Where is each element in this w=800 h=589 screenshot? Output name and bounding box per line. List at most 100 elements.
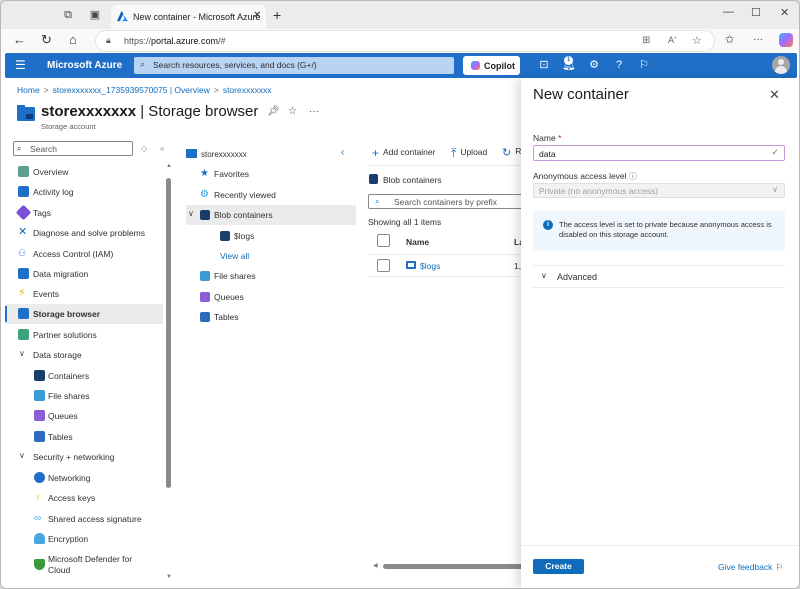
- info-icon[interactable]: ⓘ: [629, 172, 637, 181]
- nav-item-file-shares[interactable]: File shares: [5, 386, 163, 406]
- copilot-icon[interactable]: [779, 33, 793, 47]
- nav-label: Data migration: [33, 269, 89, 279]
- tree-item-blob-containers[interactable]: ∨ Blob containers: [186, 205, 356, 225]
- nav-label: Shared access signature: [48, 514, 142, 524]
- chevron-down-icon: ∨: [188, 209, 194, 218]
- pin-icon[interactable]: 📌︎: [267, 106, 280, 117]
- star-icon[interactable]: ☆: [288, 106, 297, 117]
- nav-item-diagnose[interactable]: ✕ Diagnose and solve problems: [5, 223, 163, 243]
- collapse-tree-icon[interactable]: ‹: [341, 147, 344, 158]
- nav-item-partner-solutions[interactable]: Partner solutions: [5, 325, 163, 345]
- tree-item-recently-viewed[interactable]: ⚙ Recently viewed: [186, 185, 356, 205]
- breadcrumb-account[interactable]: storexxxxxxx: [223, 85, 272, 95]
- sort-icon[interactable]: ◇: [141, 144, 147, 153]
- table-row[interactable]: $logs 1,: [368, 255, 523, 276]
- create-button[interactable]: Create: [533, 559, 584, 574]
- upload-button[interactable]: ⤒ Upload: [451, 146, 487, 161]
- copilot-button[interactable]: Copilot: [463, 56, 520, 75]
- settings-icon[interactable]: ⚙: [587, 58, 601, 72]
- tree-root-label[interactable]: storexxxxxxx: [201, 150, 247, 159]
- nav-item-data-migration[interactable]: Data migration: [5, 264, 163, 284]
- scroll-up-icon[interactable]: ▲: [166, 163, 172, 169]
- browser-tab[interactable]: New container - Microsoft Azure ✕: [111, 5, 266, 29]
- nav-item-events[interactable]: ⚡︎ Events: [5, 284, 163, 304]
- column-header-name[interactable]: Name: [406, 237, 429, 247]
- menu-search-input[interactable]: ⌕ Search: [13, 141, 133, 156]
- refresh-button[interactable]: ↻ R: [502, 146, 521, 159]
- container-icon: [34, 370, 45, 381]
- menu-scrollbar[interactable]: ▲ ▼: [166, 161, 172, 583]
- read-aloud-icon[interactable]: A»: [668, 35, 677, 45]
- tree-item-favorites[interactable]: ★ Favorites: [186, 164, 356, 184]
- advanced-section-toggle[interactable]: ∨ Advanced: [533, 265, 785, 288]
- azure-brand[interactable]: Microsoft Azure: [47, 60, 122, 71]
- storage-account-icon: [186, 149, 197, 158]
- breadcrumb-overview[interactable]: storexxxxxxx_1735939570075 | Overview: [53, 85, 210, 95]
- more-icon[interactable]: ···: [753, 33, 763, 47]
- name-input[interactable]: data ✓: [533, 145, 785, 161]
- browser-window: ⧉ ▣ New container - Microsoft Azure ✕ + …: [0, 0, 800, 589]
- split-screen-icon[interactable]: ⊞: [642, 35, 650, 46]
- new-tab-button[interactable]: +: [273, 7, 281, 23]
- nav-item-tags[interactable]: Tags: [5, 203, 163, 223]
- lock-icon: [34, 533, 45, 544]
- favorite-icon[interactable]: ☆: [692, 34, 702, 47]
- nav-item-queues[interactable]: Queues: [5, 406, 163, 426]
- horizontal-scrollbar[interactable]: ◀: [373, 562, 523, 570]
- scroll-thumb[interactable]: [166, 178, 171, 488]
- tree-view-all-link[interactable]: View all: [186, 246, 356, 266]
- scroll-thumb[interactable]: [383, 564, 523, 569]
- close-icon[interactable]: ✕: [769, 87, 780, 103]
- container-name-link[interactable]: $logs: [420, 261, 440, 271]
- tab-actions-icon[interactable]: ▣: [89, 9, 101, 21]
- nav-item-iam[interactable]: ⚇ Access Control (IAM): [5, 244, 163, 264]
- menu-icon[interactable]: ☰: [15, 59, 26, 71]
- url-host: portal.azure.com: [151, 36, 219, 46]
- nav-item-sas[interactable]: ∞ Shared access signature: [5, 509, 163, 529]
- nav-item-containers[interactable]: Containers: [5, 366, 163, 386]
- nav-item-tables[interactable]: Tables: [5, 427, 163, 447]
- maximize-button[interactable]: ☐: [751, 6, 761, 19]
- close-window-button[interactable]: ✕: [780, 6, 789, 19]
- refresh-icon[interactable]: ↻: [41, 33, 52, 47]
- tree-item-file-shares[interactable]: File shares: [186, 266, 356, 286]
- minimize-button[interactable]: —: [723, 6, 734, 18]
- breadcrumb-home[interactable]: Home: [17, 85, 40, 95]
- nav-item-overview[interactable]: Overview: [5, 162, 163, 182]
- favorites-bar-icon[interactable]: ✩: [725, 33, 734, 47]
- tree-item-tables[interactable]: Tables: [186, 307, 356, 327]
- row-checkbox[interactable]: [377, 259, 390, 272]
- azure-logo-icon: [117, 11, 128, 22]
- nav-item-storage-browser[interactable]: Storage browser: [5, 304, 163, 324]
- collapse-menu-icon[interactable]: «: [160, 144, 164, 153]
- nav-item-defender[interactable]: Microsoft Defender for Cloud: [5, 551, 163, 577]
- tree-item-logs[interactable]: $logs: [186, 226, 356, 246]
- nav-item-access-keys[interactable]: ♀ Access keys: [5, 488, 163, 508]
- cloud-shell-icon[interactable]: ⊡: [537, 58, 551, 72]
- nav-item-networking[interactable]: Networking: [5, 468, 163, 488]
- scroll-left-icon[interactable]: ◀: [373, 562, 378, 569]
- home-icon[interactable]: ⌂: [69, 33, 77, 47]
- close-tab-icon[interactable]: ✕: [253, 10, 261, 21]
- feedback-icon[interactable]: ⚐: [637, 58, 651, 72]
- container-search-input[interactable]: ⌕ Search containers by prefix: [368, 194, 523, 209]
- address-bar[interactable]: 🔒︎ https://portal.azure.com/# ⊞ A» ☆: [95, 30, 715, 52]
- more-actions-icon[interactable]: ···: [309, 106, 319, 117]
- select-all-checkbox[interactable]: [377, 234, 390, 247]
- back-icon[interactable]: ←: [13, 33, 26, 47]
- workspaces-icon[interactable]: ⧉: [62, 9, 74, 21]
- nav-group-security[interactable]: ∨ Security + networking: [5, 447, 163, 467]
- refresh-icon: ↻: [502, 147, 512, 159]
- tree-item-queues[interactable]: Queues: [186, 287, 356, 307]
- lock-icon[interactable]: 🔒︎: [106, 35, 111, 46]
- scroll-down-icon[interactable]: ▼: [166, 574, 172, 580]
- add-container-button[interactable]: + Add container: [372, 146, 435, 160]
- avatar[interactable]: [772, 56, 790, 74]
- global-search-input[interactable]: ⌕ Search resources, services, and docs (…: [134, 57, 454, 74]
- nav-group-data-storage[interactable]: ∨ Data storage: [5, 345, 163, 365]
- nav-item-encryption[interactable]: Encryption: [5, 529, 163, 549]
- nav-item-activity-log[interactable]: Activity log: [5, 182, 163, 202]
- give-feedback-link[interactable]: Give feedback ⚐: [718, 562, 783, 573]
- access-level-select[interactable]: Private (no anonymous access) ∨: [533, 183, 785, 198]
- help-icon[interactable]: ?: [612, 58, 626, 72]
